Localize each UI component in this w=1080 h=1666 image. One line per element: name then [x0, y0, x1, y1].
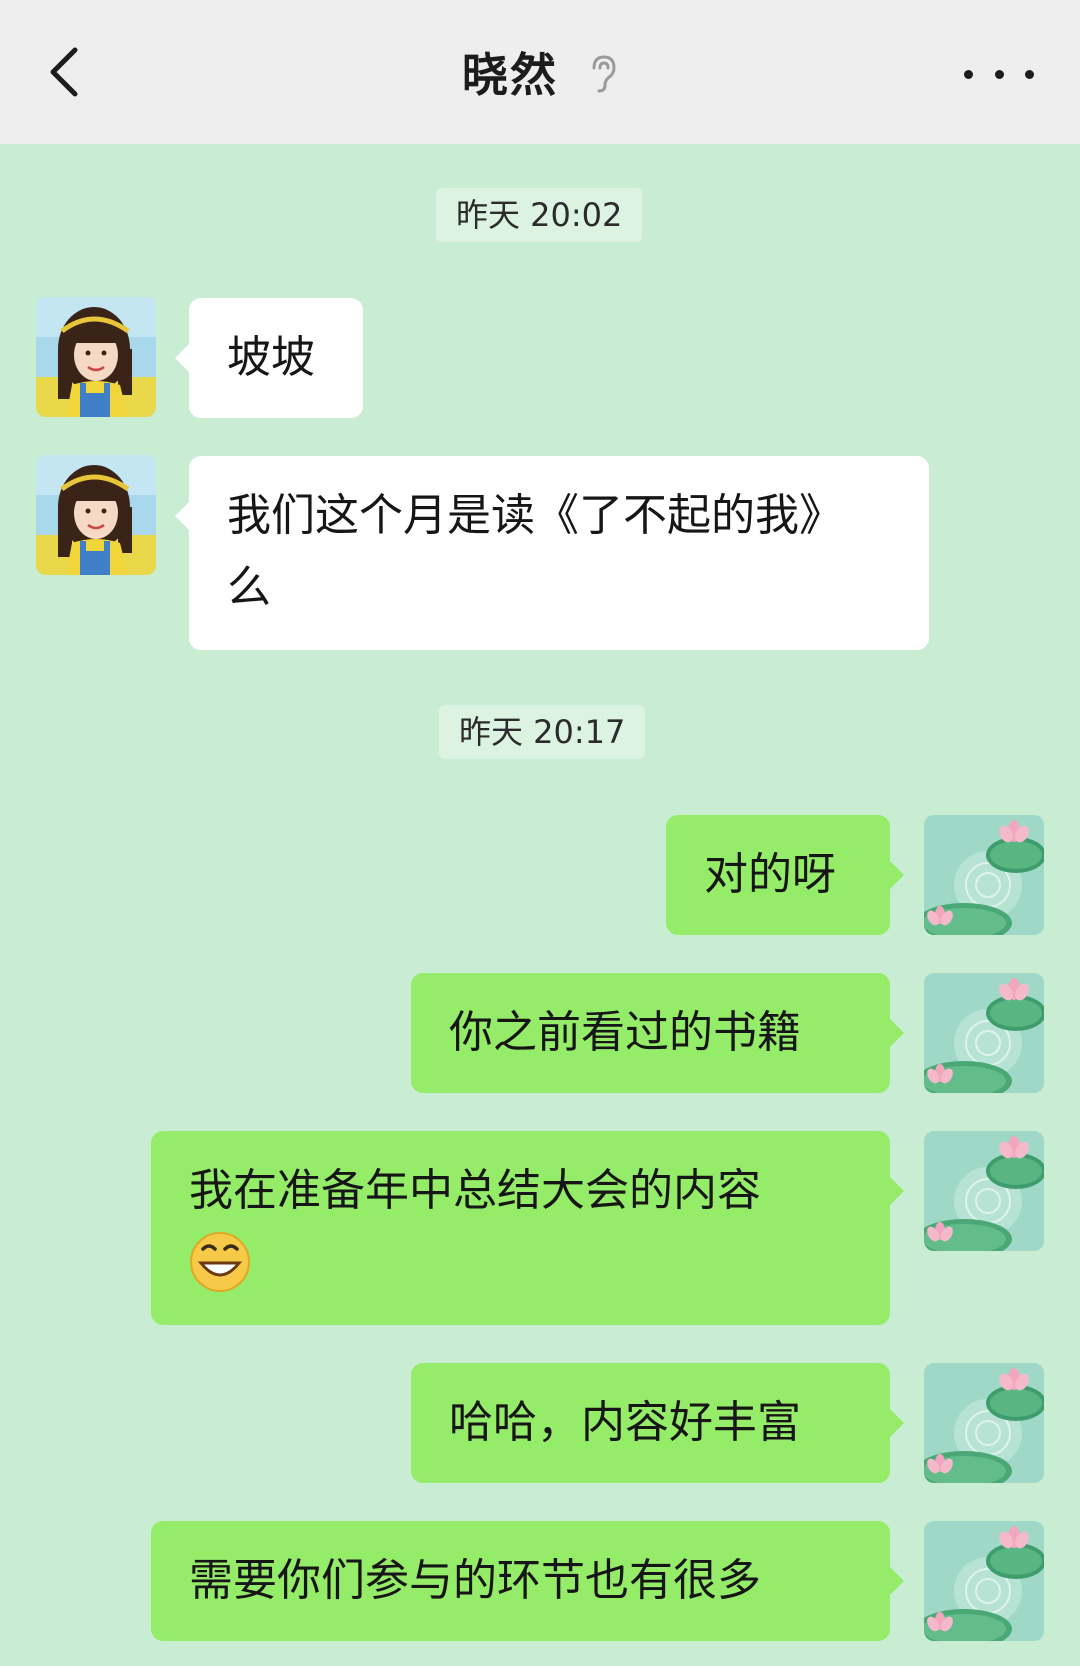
my-avatar[interactable]	[924, 1521, 1044, 1641]
ear-icon	[588, 54, 618, 94]
message-text: 我在准备年中总结大会的内容	[189, 1165, 761, 1216]
my-avatar[interactable]	[924, 815, 1044, 935]
incoming-message-bubble[interactable]: 坡坡	[175, 298, 363, 418]
chat-header: 晓然	[0, 0, 1080, 144]
incoming-message-bubble[interactable]: 我们这个月是读《了不起的我》 么	[175, 456, 929, 650]
contact-avatar[interactable]	[36, 297, 156, 417]
grinning-face-icon	[190, 1232, 250, 1292]
timestamp: 昨天 20:17	[439, 705, 646, 759]
my-avatar[interactable]	[924, 1363, 1044, 1483]
outgoing-message-bubble[interactable]: 你之前看过的书籍	[411, 973, 904, 1093]
contact-avatar[interactable]	[36, 455, 156, 575]
more-options-button[interactable]	[964, 48, 1034, 100]
timestamp: 昨天 20:02	[436, 188, 643, 242]
more-dots-icon	[964, 69, 973, 79]
my-avatar[interactable]	[924, 973, 1044, 1093]
my-avatar[interactable]	[924, 1131, 1044, 1251]
outgoing-message-bubble[interactable]: 我在准备年中总结大会的内容	[151, 1131, 904, 1325]
back-button[interactable]	[34, 36, 94, 108]
chevron-left-icon	[50, 47, 78, 97]
outgoing-message-bubble[interactable]: 哈哈，内容好丰富	[411, 1363, 904, 1483]
outgoing-message-bubble[interactable]: 对的呀	[666, 815, 904, 935]
outgoing-message-bubble[interactable]: 需要你们参与的环节也有很多	[151, 1521, 904, 1641]
chat-title: 晓然	[462, 48, 558, 102]
